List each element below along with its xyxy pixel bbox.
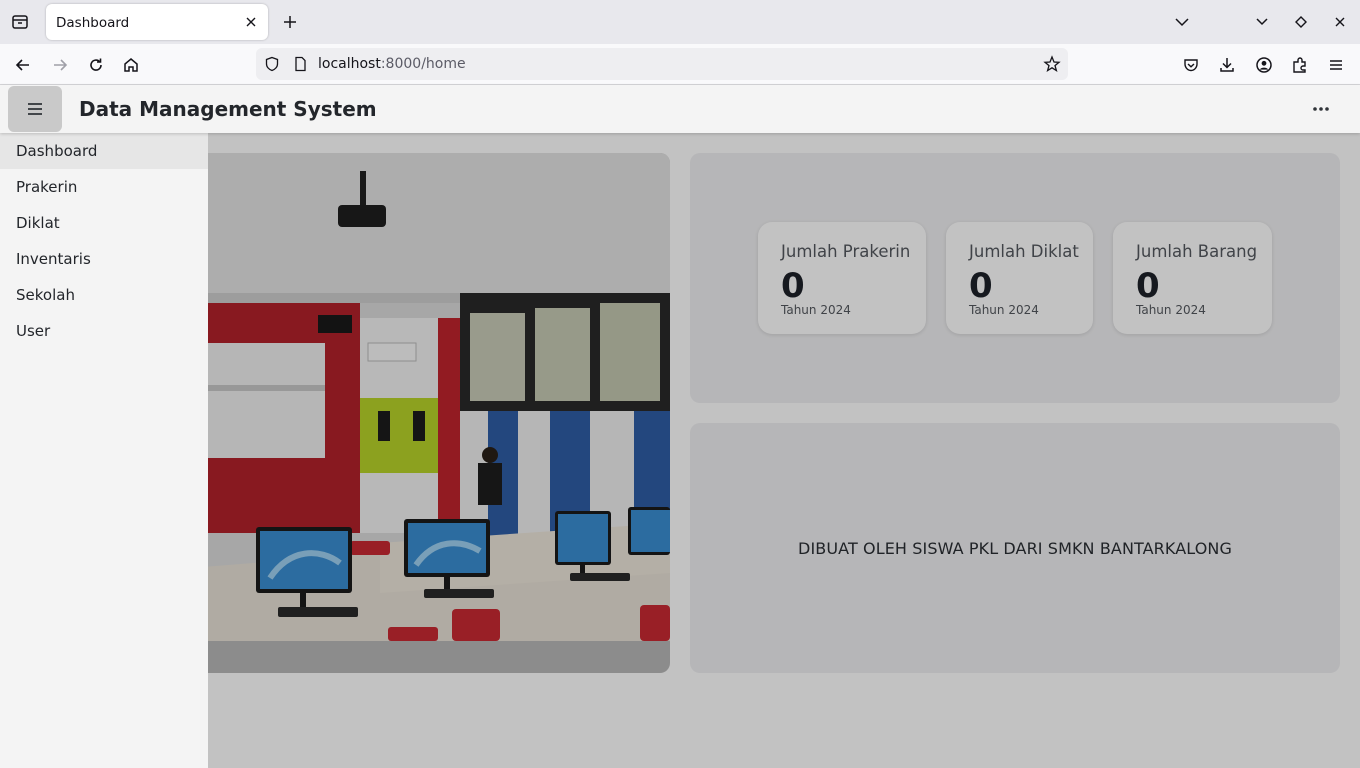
sidebar-item-diklat[interactable]: Diklat	[0, 205, 208, 241]
forward-arrow-icon[interactable]	[47, 52, 73, 78]
pocket-icon[interactable]	[1178, 52, 1204, 78]
tab-list-icon[interactable]	[8, 10, 32, 34]
browser-nav-bar: localhost:8000/home	[0, 44, 1360, 85]
app-menu-icon[interactable]	[1323, 52, 1349, 78]
more-options-icon[interactable]	[1304, 97, 1338, 121]
diamond-icon[interactable]	[1289, 10, 1313, 34]
sidebar-item-dashboard[interactable]: Dashboard	[0, 133, 208, 169]
hamburger-menu-button[interactable]	[8, 86, 62, 132]
page-icon[interactable]	[290, 54, 310, 74]
sidebar-drawer: Dashboard Prakerin Diklat Inventaris Sek…	[0, 133, 208, 768]
home-icon[interactable]	[118, 52, 144, 78]
app-viewport: Data Management System Jumlah Prakerin 0…	[0, 85, 1360, 768]
browser-tab-dashboard[interactable]: Dashboard	[46, 4, 268, 40]
window-close-icon[interactable]	[1328, 10, 1352, 34]
account-icon[interactable]	[1251, 52, 1277, 78]
sidebar-item-user[interactable]: User	[0, 313, 208, 349]
app-header: Data Management System	[0, 85, 1360, 133]
address-bar[interactable]: localhost:8000/home	[256, 48, 1068, 80]
tab-title: Dashboard	[56, 15, 130, 31]
sidebar-item-prakerin[interactable]: Prakerin	[0, 169, 208, 205]
browser-tab-bar: Dashboard	[0, 0, 1360, 44]
new-tab-icon[interactable]	[278, 10, 302, 34]
url-text[interactable]: localhost:8000/home	[318, 56, 466, 72]
reload-icon[interactable]	[83, 52, 109, 78]
url-path: :8000/home	[380, 56, 466, 72]
sidebar-item-sekolah[interactable]: Sekolah	[0, 277, 208, 313]
extensions-icon[interactable]	[1287, 52, 1313, 78]
download-icon[interactable]	[1214, 52, 1240, 78]
sidebar-item-inventaris[interactable]: Inventaris	[0, 241, 208, 277]
chevron-down-icon[interactable]	[1250, 10, 1274, 34]
back-arrow-icon[interactable]	[10, 52, 36, 78]
close-icon[interactable]	[242, 13, 260, 31]
url-host: localhost	[318, 56, 381, 72]
app-title: Data Management System	[79, 97, 377, 121]
bookmark-star-icon[interactable]	[1042, 54, 1062, 74]
list-all-tabs-icon[interactable]	[1170, 10, 1194, 34]
shield-icon[interactable]	[262, 54, 282, 74]
